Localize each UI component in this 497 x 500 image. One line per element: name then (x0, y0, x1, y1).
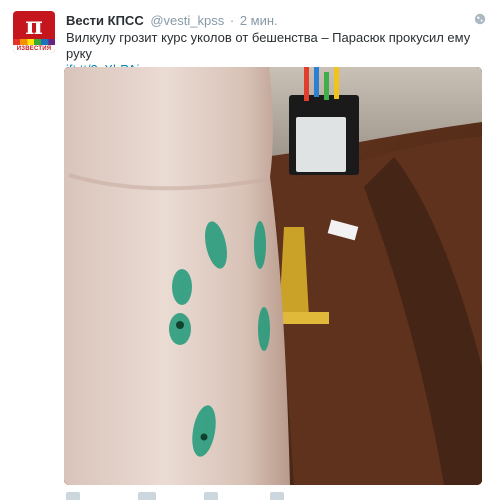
more-icon[interactable] (270, 492, 284, 500)
photo-wrist-bruises (64, 67, 482, 485)
retweet-icon[interactable] (138, 492, 156, 500)
separator-dot: · (229, 13, 235, 28)
tweet-photo[interactable] (64, 67, 482, 485)
heart-icon[interactable] (204, 492, 218, 500)
avatar-brand-text: ИЗВЕСТИЯ (13, 45, 55, 53)
globe-icon (474, 13, 486, 25)
tweet-header: Вести КПСС @vesti_kpss · 2 мин. (66, 12, 466, 30)
avatar[interactable]: π ИЗВЕСТИЯ (13, 11, 55, 53)
avatar-pi-symbol: π (25, 11, 43, 40)
tweet-card: π ИЗВЕСТИЯ Вести КПСС @vesti_kpss · 2 ми… (0, 0, 497, 500)
author-name[interactable]: Вести КПСС (66, 13, 144, 28)
reply-icon[interactable] (66, 492, 80, 500)
tweet-actions (66, 492, 366, 500)
tweet-body: Вилкулу грозит курс уколов от бешенства … (66, 30, 471, 61)
author-handle[interactable]: @vesti_kpss (150, 13, 224, 28)
tweet-timestamp[interactable]: 2 мин. (240, 13, 278, 28)
